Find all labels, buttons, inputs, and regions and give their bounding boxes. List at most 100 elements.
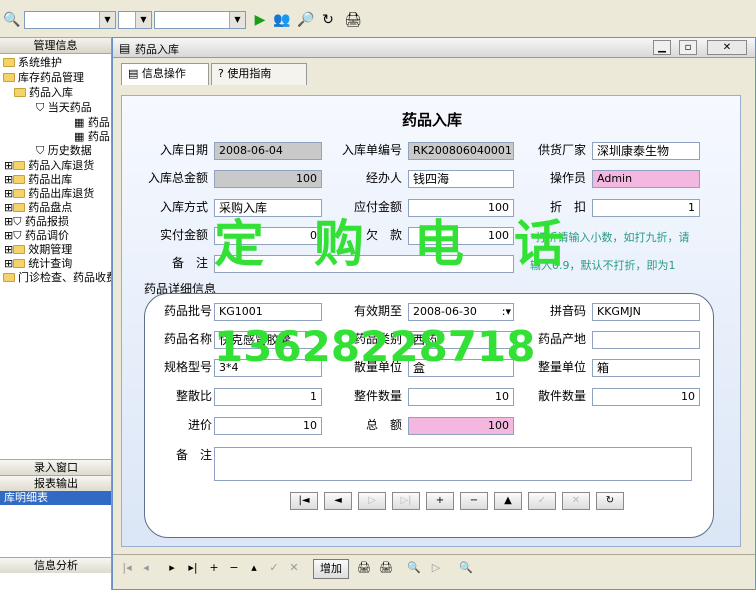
status-last-icon[interactable]: ▸|	[185, 559, 201, 579]
expand-icon[interactable]: ⊞	[4, 201, 13, 214]
window-statusbar: |◂ ◂ ▸ ▸| + − ▴ ✓ ✕ 增加 🖨 🖨 🔍 ▷ 🔍	[113, 554, 755, 589]
close-icon[interactable]: ✕	[707, 40, 747, 55]
search-icon[interactable]: 🔍	[2, 10, 22, 30]
dropdown-icon[interactable]: :▾	[502, 304, 511, 320]
delete-record-button[interactable]: −	[460, 492, 488, 510]
whole-unit-field[interactable]: 箱	[592, 359, 700, 377]
supplier-field[interactable]: 深圳康泰生物	[592, 142, 700, 160]
origin-field[interactable]	[592, 331, 700, 349]
folder-icon	[13, 189, 26, 198]
discount-field[interactable]: 1	[592, 199, 700, 217]
tree-item-system[interactable]: 系统维护	[3, 56, 62, 70]
tree-item-inventory[interactable]: 库存药品管理	[3, 71, 84, 85]
entry-window-button[interactable]: 录入窗口	[0, 459, 111, 475]
tab-user-guide[interactable]: ? 使用指南	[211, 63, 307, 85]
toolbar-combo-3[interactable]: ▼	[154, 11, 246, 29]
search-icon[interactable]: 🔍	[457, 559, 475, 579]
minimize-icon[interactable]: ▁	[653, 40, 671, 55]
tree-label: 药品入库退货	[28, 159, 95, 172]
sum-field[interactable]: 100	[408, 417, 514, 435]
status-cancel-icon[interactable]: ✕	[287, 559, 301, 579]
form-title: 药品入库	[401, 111, 462, 129]
first-record-button[interactable]: |◄	[290, 492, 318, 510]
expand-icon[interactable]: ⊞	[4, 159, 13, 172]
printer-icon[interactable]: 🖨	[343, 10, 363, 30]
edit-record-button[interactable]: ▲	[494, 492, 522, 510]
tree-item-history[interactable]: ⛉ 历史数据	[36, 144, 92, 158]
operator-field[interactable]: Admin	[592, 170, 700, 188]
expand-icon[interactable]: ⊞	[4, 187, 13, 200]
handler-field[interactable]: 钱四海	[408, 170, 514, 188]
status-add-icon[interactable]: +	[207, 559, 221, 579]
chevron-down-icon[interactable]: ▼	[99, 12, 115, 28]
date-field[interactable]: 2008-06-04	[214, 142, 322, 160]
total-field[interactable]: 100	[214, 170, 322, 188]
expand-icon[interactable]: ⊞	[4, 243, 13, 256]
status-next-icon[interactable]: ▸	[165, 559, 179, 579]
magnifier-icon[interactable]: 🔎	[296, 10, 316, 30]
expand-icon[interactable]: ⊞	[4, 229, 13, 242]
status-check-icon[interactable]: ✓	[267, 559, 281, 579]
tree-item-out-return[interactable]: ⊞ 药品出库退货	[4, 187, 94, 201]
status-prev-icon[interactable]: ◂	[139, 559, 153, 579]
bulk-qty-field[interactable]: 10	[592, 388, 700, 406]
detail-note-field[interactable]	[214, 447, 692, 481]
tree-item-stock-in[interactable]: 药品入库	[14, 86, 73, 100]
shield-icon: ⛉	[13, 215, 25, 228]
tree-item-count[interactable]: ⊞ 药品盘点	[4, 201, 72, 215]
print-preview-icon[interactable]: 🖨	[377, 559, 395, 579]
last-record-button[interactable]: ▷|	[392, 492, 420, 510]
status-add-button[interactable]: 增加	[313, 559, 349, 579]
tree-item-damage[interactable]: ⊞⛉ 药品报损	[4, 215, 69, 229]
find-people-icon[interactable]: 👥	[272, 10, 292, 30]
status-delete-icon[interactable]: −	[227, 559, 241, 579]
selected-report-item[interactable]: 库明细表	[0, 491, 111, 505]
tree-item-today[interactable]: ⛉ 当天药品	[36, 101, 92, 115]
toolbar-combo-1[interactable]: ▼	[24, 11, 116, 29]
order-no-field[interactable]: RK200806040001	[408, 142, 514, 160]
tree-label: 药品入库	[29, 86, 73, 99]
refresh-icon[interactable]: ↻	[318, 10, 338, 30]
supplier-label: 供货厂家	[537, 143, 586, 157]
chevron-down-icon[interactable]: ▼	[135, 12, 151, 28]
add-record-button[interactable]: +	[426, 492, 454, 510]
tree-item-stock-out[interactable]: ⊞ 药品出库	[4, 173, 72, 187]
folder-icon	[3, 58, 15, 67]
expand-icon[interactable]: ⊞	[4, 173, 13, 186]
pinyin-field[interactable]: KKGMJN	[592, 303, 700, 321]
cancel-record-button[interactable]: ✕	[562, 492, 590, 510]
refresh-record-button[interactable]: ↻	[596, 492, 624, 510]
status-first-icon[interactable]: |◂	[119, 559, 135, 579]
status-up-icon[interactable]: ▴	[247, 559, 261, 579]
folder-icon	[3, 273, 15, 282]
next-record-button[interactable]: ▷	[358, 492, 386, 510]
price-field[interactable]: 10	[214, 417, 322, 435]
sum-label: 总 额	[365, 418, 402, 432]
restore-icon[interactable]: ▫	[679, 40, 697, 55]
prev-record-button[interactable]: ◄	[324, 492, 352, 510]
tree-item-stats[interactable]: ⊞ 统计查询	[4, 257, 72, 271]
chevron-down-icon[interactable]: ▼	[229, 12, 245, 28]
tree-item-price[interactable]: ⊞⛉ 药品调价	[4, 229, 69, 243]
whole-qty-field[interactable]: 10	[408, 388, 514, 406]
tab-info-operation[interactable]: ▤ 信息操作	[121, 63, 209, 85]
preview-icon[interactable]: 🔍	[405, 559, 423, 579]
expiry-field[interactable]: 2008-06-30:▾	[408, 303, 514, 321]
tree-item-expiry[interactable]: ⊞ 效期管理	[4, 243, 72, 257]
expand-icon[interactable]: ⊞	[4, 257, 13, 270]
save-record-button[interactable]: ✓	[528, 492, 556, 510]
report-output-button[interactable]: 报表输出	[0, 475, 111, 491]
expand-icon[interactable]: ⊞	[4, 215, 13, 228]
tree-item-return[interactable]: ⊞ 药品入库退货	[4, 159, 94, 173]
tree-item-sub2[interactable]: ▦ 药品	[74, 130, 110, 144]
info-analysis-button[interactable]: 信息分析	[0, 557, 111, 573]
tree-label: 效期管理	[28, 243, 73, 256]
play-icon[interactable]: ▶	[250, 10, 270, 30]
tree-item-clinic[interactable]: 门诊检查、药品收费	[3, 271, 111, 285]
forward-icon[interactable]: ▷	[429, 559, 443, 579]
tree-item-sub1[interactable]: ▦ 药品	[74, 116, 110, 130]
print-icon[interactable]: 🖨	[355, 559, 373, 579]
ratio-field[interactable]: 1	[214, 388, 322, 406]
batch-field[interactable]: KG1001	[214, 303, 322, 321]
toolbar-combo-2[interactable]: ▼	[118, 11, 152, 29]
